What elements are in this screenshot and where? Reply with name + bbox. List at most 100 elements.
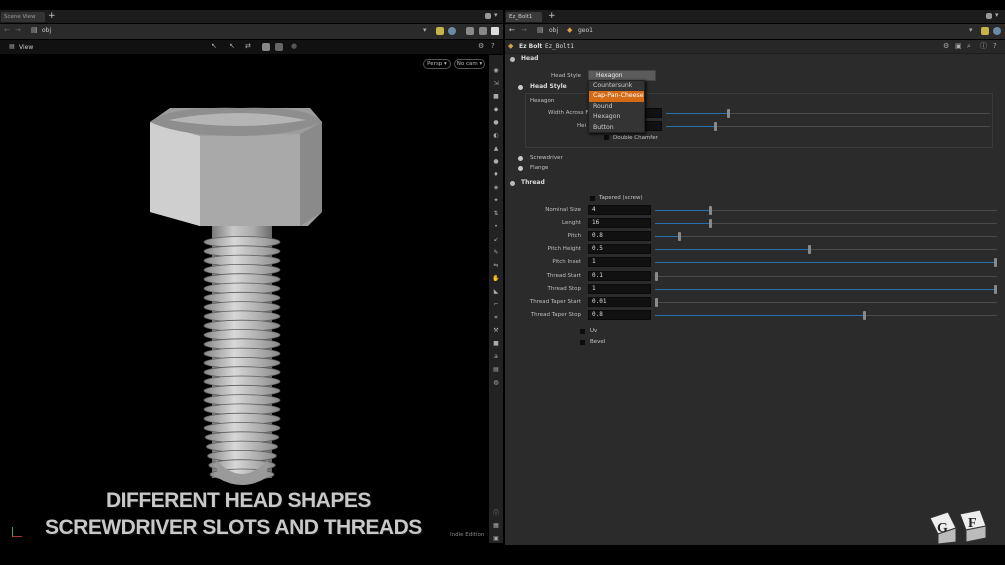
viewport-tool-icon[interactable]: a — [490, 352, 502, 361]
thread-param-field[interactable]: 0.5 — [588, 244, 651, 254]
flange-folder-toggle-icon[interactable] — [518, 166, 523, 171]
thread-param-field[interactable]: 1 — [588, 284, 651, 294]
gear-icon[interactable]: ⚙ — [478, 43, 484, 50]
slider-knob[interactable] — [863, 311, 866, 320]
thread-param-slider[interactable] — [655, 311, 997, 320]
thread-param-field[interactable]: 4 — [588, 205, 651, 215]
path-geo[interactable]: geo1 — [578, 27, 593, 35]
slider-knob[interactable] — [709, 219, 712, 228]
thread-param-slider[interactable] — [655, 219, 997, 228]
link-icon[interactable] — [993, 27, 1001, 35]
width-across-slider[interactable] — [666, 109, 990, 118]
viewport-tool-icon[interactable]: ⇋ — [490, 261, 502, 270]
bevel-checkbox[interactable] — [579, 339, 586, 346]
head-section-toggle-icon[interactable] — [510, 57, 515, 62]
pin-icon[interactable] — [436, 27, 444, 35]
thread-param-slider[interactable] — [655, 232, 997, 241]
info-icon[interactable]: ⓘ — [980, 43, 987, 50]
slider-knob[interactable] — [678, 232, 681, 241]
slider-knob[interactable] — [808, 245, 811, 254]
head-style-option[interactable]: Cap-Pan-Cheese — [589, 91, 644, 102]
camera-menu[interactable]: No cam ▾ — [454, 59, 485, 69]
pane-menu-icon[interactable] — [986, 13, 992, 19]
tapered-checkbox[interactable] — [589, 195, 596, 202]
help-icon[interactable]: ? — [993, 43, 997, 50]
gear-icon[interactable]: ⚙ — [943, 43, 949, 50]
thread-section-toggle-icon[interactable] — [510, 181, 515, 186]
thread-param-slider[interactable] — [655, 285, 997, 294]
flange-folder-title[interactable]: Flange — [530, 164, 548, 172]
thread-param-slider[interactable] — [655, 258, 997, 267]
perspective-menu[interactable]: Persp ▾ — [423, 59, 451, 69]
thread-param-slider[interactable] — [655, 245, 997, 254]
viewport-tool-icon[interactable]: ⇲ — [490, 79, 502, 88]
thread-param-slider[interactable] — [655, 206, 997, 215]
viewport-tool-icon[interactable]: ◈ — [490, 183, 502, 192]
thread-param-field[interactable]: 0.1 — [588, 271, 651, 281]
viewport-tool-icon[interactable]: ▲ — [490, 144, 502, 153]
thread-param-slider[interactable] — [655, 298, 997, 307]
viewport-tool-icon[interactable]: ◐ — [490, 131, 502, 140]
view-label[interactable]: View — [19, 44, 33, 51]
tab-scene-view[interactable]: Scene View — [1, 12, 45, 22]
viewport-tool-icon[interactable]: ▤ — [490, 365, 502, 374]
record-icon[interactable]: ● — [291, 43, 297, 50]
slider-knob[interactable] — [655, 272, 658, 281]
thread-param-slider[interactable] — [655, 272, 997, 281]
slider-knob[interactable] — [994, 285, 997, 294]
thread-param-field[interactable]: 0.01 — [588, 297, 651, 307]
viewport-tool-icon[interactable]: ◆ — [490, 105, 502, 114]
viewport-tool-icon[interactable]: ◣ — [490, 287, 502, 296]
forward-icon[interactable]: → — [15, 27, 21, 34]
help-icon[interactable]: ? — [491, 43, 495, 50]
slider-knob[interactable] — [994, 258, 997, 267]
head-style-option[interactable]: Button — [589, 123, 644, 133]
viewport-tool-icon[interactable]: ♦ — [490, 170, 502, 179]
path-dropdown-icon[interactable]: ▾ — [423, 27, 427, 34]
viewport-tool-icon[interactable]: ■ — [490, 339, 502, 348]
viewport-tool-icon[interactable]: ✦ — [490, 196, 502, 205]
head-section-title[interactable]: Head — [521, 55, 538, 63]
path-obj[interactable]: obj — [549, 27, 558, 35]
head-style-option[interactable]: Hexagon — [589, 112, 644, 122]
display-options-icon[interactable] — [466, 27, 474, 35]
pane-close-icon[interactable]: ▾ — [494, 12, 498, 19]
bookmark-icon[interactable]: ▣ — [955, 43, 962, 50]
node-name-field[interactable]: Ez_Bolt1 — [543, 42, 603, 52]
link-icon[interactable] — [448, 27, 456, 35]
slider-knob[interactable] — [655, 298, 658, 307]
viewport-tool-icon[interactable]: ● — [490, 157, 502, 166]
thread-param-field[interactable]: 0.8 — [588, 310, 651, 320]
viewport-tool-icon[interactable]: ◍ — [490, 378, 502, 387]
rotate-tool-icon[interactable]: ⇄ — [245, 43, 251, 50]
head-style-option[interactable]: Countersunk — [589, 81, 644, 91]
viewport-tool-icon[interactable]: ⚒ — [490, 326, 502, 335]
pane-close-icon[interactable]: ▾ — [995, 12, 999, 19]
handle-tool-icon[interactable] — [262, 43, 270, 51]
thread-param-field[interactable]: 16 — [588, 218, 651, 228]
viewport-tool-icon[interactable]: ⌗ — [490, 313, 502, 322]
tab-ez-bolt[interactable]: Ez_Bolt1 — [506, 12, 542, 22]
thread-param-field[interactable]: 1 — [588, 257, 651, 267]
viewport-tool-icon[interactable]: ■ — [490, 92, 502, 101]
maximize-icon[interactable] — [491, 27, 499, 35]
viewport-tool-icon[interactable]: ◉ — [490, 66, 502, 75]
viewport-bottom-tool-icon[interactable]: ▣ — [490, 534, 502, 543]
uv-checkbox[interactable] — [579, 328, 586, 335]
viewport-tool-icon[interactable]: ↙ — [490, 235, 502, 244]
transform-tool-icon[interactable]: ↖ — [229, 43, 235, 50]
height-slider[interactable] — [666, 122, 990, 131]
viewport-tool-icon[interactable]: ⌐ — [490, 300, 502, 309]
viewport-tool-icon[interactable]: ✎ — [490, 248, 502, 257]
viewport-tool-icon[interactable]: ⇅ — [490, 209, 502, 218]
viewport-tool-icon[interactable]: ✋ — [490, 274, 502, 283]
thread-section-title[interactable]: Thread — [521, 179, 545, 187]
slider-knob[interactable] — [709, 206, 712, 215]
head-style-folder-toggle-icon[interactable] — [518, 85, 523, 90]
path-dropdown-icon[interactable]: ▾ — [969, 27, 973, 34]
search-icon[interactable]: ⌕ — [967, 43, 971, 50]
pane-menu-icon[interactable] — [485, 13, 491, 19]
screwdriver-folder-title[interactable]: Screwdriver — [530, 154, 563, 162]
back-icon[interactable]: ← — [509, 27, 515, 34]
double-chamfer-checkbox[interactable] — [603, 134, 610, 141]
